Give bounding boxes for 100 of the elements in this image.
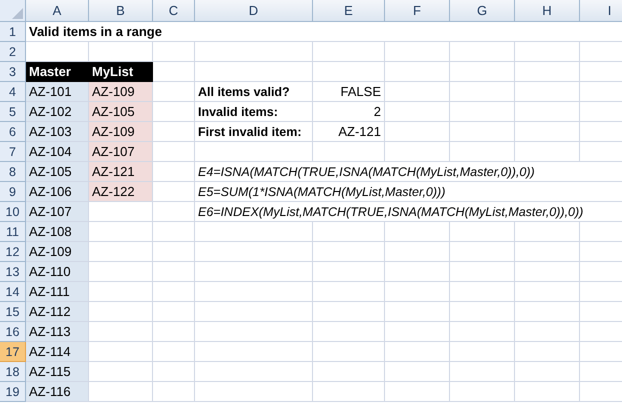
row-header[interactable]: 7 <box>0 142 26 162</box>
table-cell: AZ-102 <box>26 102 89 122</box>
row-header[interactable]: 6 <box>0 122 26 142</box>
table-cell <box>515 62 580 82</box>
column-header[interactable]: F <box>385 0 450 22</box>
formula-text: E6=INDEX(MyList,MATCH(TRUE,ISNA(MATCH(MyList,Master,0)),0)) <box>195 202 622 222</box>
column-header[interactable]: E <box>313 0 385 22</box>
table-cell <box>385 122 450 142</box>
table-cell: AZ-107 <box>89 142 153 162</box>
table-cell: AZ-110 <box>26 262 89 282</box>
column-header[interactable]: H <box>515 0 580 22</box>
table-cell: AZ-115 <box>26 362 89 382</box>
table-cell <box>313 382 385 402</box>
row-label: First invalid item: <box>195 122 313 142</box>
row-header[interactable]: 10 <box>0 202 26 222</box>
table-cell <box>450 242 515 262</box>
table-cell: AZ-121 <box>89 162 153 182</box>
table-cell <box>89 382 153 402</box>
table-cell: AZ-106 <box>26 182 89 202</box>
table-cell <box>450 322 515 342</box>
table-cell <box>153 142 195 162</box>
column-header[interactable]: B <box>89 0 153 22</box>
table-cell <box>313 282 385 302</box>
table-cell <box>385 342 450 362</box>
row-label: Invalid items: <box>195 102 313 122</box>
formula-text: E5=SUM(1*ISNA(MATCH(MyList,Master,0))) <box>195 182 622 202</box>
table-cell <box>313 222 385 242</box>
row-header[interactable]: 13 <box>0 262 26 282</box>
row-header[interactable]: 15 <box>0 302 26 322</box>
result-value: FALSE <box>313 82 385 102</box>
table-cell <box>450 382 515 402</box>
column-heading: Master <box>26 62 89 82</box>
column-header[interactable]: C <box>153 0 195 22</box>
select-all-button[interactable] <box>0 0 26 22</box>
table-cell <box>89 282 153 302</box>
table-cell <box>450 102 515 122</box>
table-cell <box>313 262 385 282</box>
row-header[interactable]: 2 <box>0 42 26 62</box>
table-cell <box>153 182 195 202</box>
row-header[interactable]: 16 <box>0 322 26 342</box>
table-cell: AZ-113 <box>26 322 89 342</box>
result-value: 2 <box>313 102 385 122</box>
table-cell <box>385 82 450 102</box>
table-cell <box>89 322 153 342</box>
row-header[interactable]: 14 <box>0 282 26 302</box>
table-cell <box>385 262 450 282</box>
table-cell <box>385 382 450 402</box>
table-cell <box>89 342 153 362</box>
table-cell: AZ-101 <box>26 82 89 102</box>
table-cell <box>153 362 195 382</box>
row-header[interactable]: 18 <box>0 362 26 382</box>
row-header[interactable]: 17 <box>0 342 26 362</box>
table-cell <box>450 282 515 302</box>
table-cell <box>89 222 153 242</box>
row-header[interactable]: 12 <box>0 242 26 262</box>
column-header[interactable]: A <box>26 0 89 22</box>
row-header[interactable]: 5 <box>0 102 26 122</box>
row-header[interactable]: 8 <box>0 162 26 182</box>
column-header[interactable]: G <box>450 0 515 22</box>
row-label: All items valid? <box>195 82 313 102</box>
table-cell <box>515 222 580 242</box>
column-header[interactable]: D <box>195 0 313 22</box>
row-header[interactable]: 3 <box>0 62 26 82</box>
row-header[interactable]: 11 <box>0 222 26 242</box>
table-cell <box>153 102 195 122</box>
table-cell <box>515 242 580 262</box>
table-cell <box>153 62 195 82</box>
table-cell <box>450 262 515 282</box>
table-cell: AZ-122 <box>89 182 153 202</box>
table-cell: AZ-107 <box>26 202 89 222</box>
table-cell <box>153 322 195 342</box>
table-cell <box>385 322 450 342</box>
table-cell <box>313 322 385 342</box>
row-header[interactable]: 9 <box>0 182 26 202</box>
row-header[interactable]: 1 <box>0 22 26 42</box>
table-cell <box>385 42 450 62</box>
formula-text: E4=ISNA(MATCH(TRUE,ISNA(MATCH(MyList,Master,0)),0)) <box>195 162 622 182</box>
table-cell <box>515 342 580 362</box>
table-cell <box>450 362 515 382</box>
table-cell <box>385 282 450 302</box>
table-cell <box>89 242 153 262</box>
table-cell <box>385 222 450 242</box>
column-heading: MyList <box>89 62 153 82</box>
result-value: AZ-121 <box>313 122 385 142</box>
column-header[interactable]: I <box>580 0 622 22</box>
table-cell <box>153 262 195 282</box>
table-cell <box>450 42 515 62</box>
table-cell <box>153 382 195 402</box>
table-cell <box>153 342 195 362</box>
table-cell: AZ-109 <box>26 242 89 262</box>
table-cell <box>89 262 153 282</box>
table-cell: AZ-104 <box>26 142 89 162</box>
table-cell <box>515 42 580 62</box>
triangle-icon <box>12 8 23 19</box>
table-cell <box>515 322 580 342</box>
table-cell <box>313 302 385 322</box>
table-cell <box>515 82 580 102</box>
row-header[interactable]: 4 <box>0 82 26 102</box>
row-header[interactable]: 19 <box>0 382 26 402</box>
table-cell <box>153 42 195 62</box>
